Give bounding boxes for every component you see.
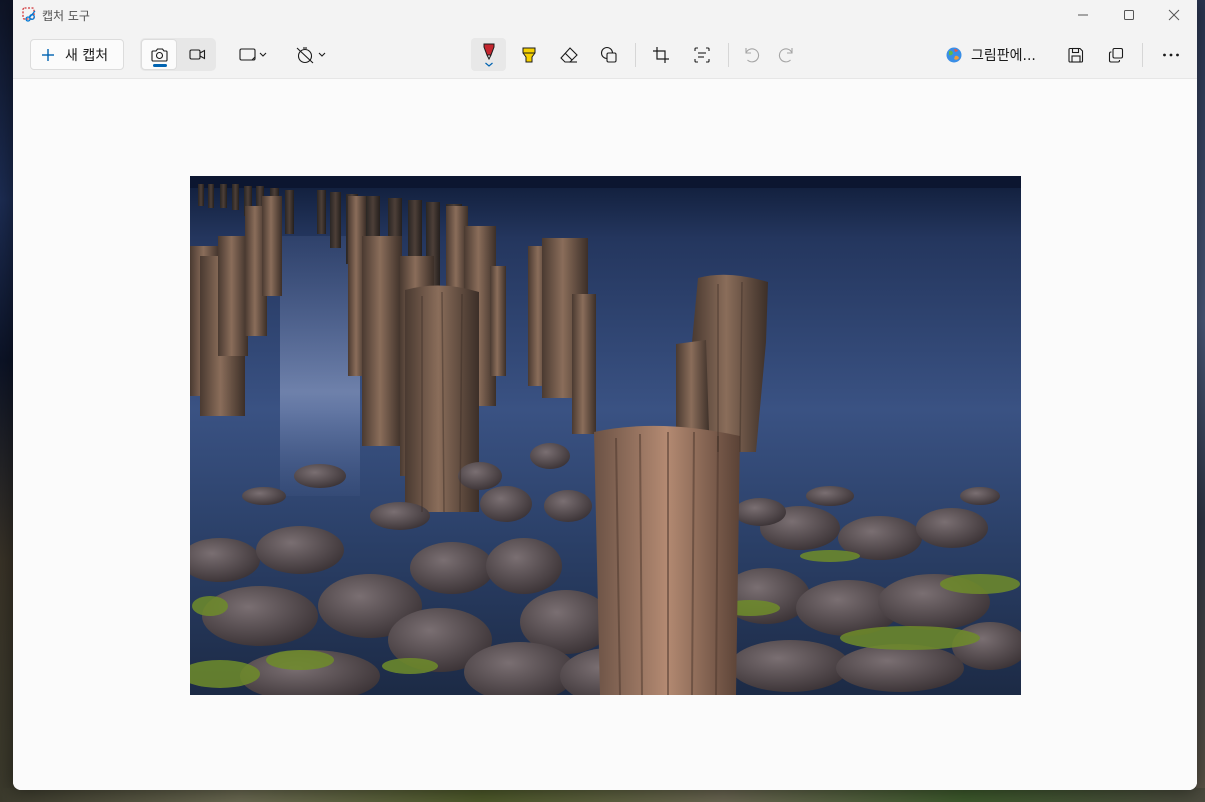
highlighter-button[interactable] [511, 38, 547, 71]
crop-button[interactable] [643, 38, 679, 71]
delay-dropdown[interactable] [291, 38, 331, 71]
maximize-icon [1124, 10, 1134, 20]
text-actions-icon [694, 46, 710, 63]
capture-mode-toggle [140, 38, 216, 71]
toolbar-divider [1142, 43, 1143, 67]
screenshot-mode-button[interactable] [141, 39, 177, 70]
desktop-wallpaper-right [1196, 0, 1205, 802]
copy-icon [1108, 47, 1124, 63]
minimize-button[interactable] [1060, 0, 1106, 30]
redo-icon [778, 47, 793, 62]
open-in-paint-label: 그림판에... [971, 47, 1036, 64]
window-title: 캡처 도구 [42, 9, 90, 23]
video-camera-icon [188, 49, 205, 60]
selected-indicator [153, 64, 167, 67]
captured-image [190, 176, 1021, 695]
toolbar-divider [728, 43, 729, 67]
toolbar-divider [635, 43, 636, 67]
open-in-paint-button[interactable]: 그림판에... [945, 38, 1036, 71]
save-button[interactable] [1058, 38, 1094, 71]
undo-icon [745, 47, 760, 62]
desktop-wallpaper-left [0, 0, 14, 802]
crop-icon [653, 46, 669, 63]
snipping-tool-icon [22, 7, 37, 22]
recording-mode-button[interactable] [180, 39, 214, 70]
more-options-button[interactable] [1153, 38, 1189, 71]
paint-app-icon [945, 46, 963, 64]
undo-button[interactable] [733, 38, 769, 71]
close-icon [1168, 9, 1180, 21]
maximize-button[interactable] [1106, 0, 1152, 30]
title-bar[interactable]: 캡처 도구 [13, 0, 1197, 30]
timer-off-icon [296, 46, 326, 63]
rectangle-snip-icon [239, 47, 267, 61]
new-capture-button[interactable]: 새 캡처 [30, 39, 124, 70]
new-capture-label: 새 캡처 [65, 47, 109, 64]
capture-canvas[interactable] [13, 78, 1197, 790]
shapes-button[interactable] [591, 38, 627, 71]
shapes-icon [600, 46, 617, 63]
eraser-button[interactable] [551, 38, 587, 71]
snip-shape-dropdown[interactable] [233, 38, 273, 71]
snipping-tool-window: 캡처 도구 새 캡처 그림판에... [13, 0, 1197, 790]
toolbar: 새 캡처 그림판에... [13, 30, 1197, 78]
text-actions-button[interactable] [684, 38, 720, 71]
close-button[interactable] [1151, 0, 1197, 30]
ballpoint-pen-icon [483, 43, 494, 67]
redo-button[interactable] [769, 38, 805, 71]
desktop-wallpaper-bottom [0, 788, 1205, 802]
more-icon [1163, 53, 1179, 56]
highlighter-icon [522, 47, 536, 62]
copy-button[interactable] [1098, 38, 1134, 71]
ballpoint-pen-button[interactable] [471, 38, 506, 71]
eraser-icon [560, 46, 578, 63]
camera-icon [150, 48, 168, 62]
minimize-icon [1078, 14, 1088, 16]
plus-icon [41, 48, 55, 62]
save-icon [1068, 47, 1084, 63]
